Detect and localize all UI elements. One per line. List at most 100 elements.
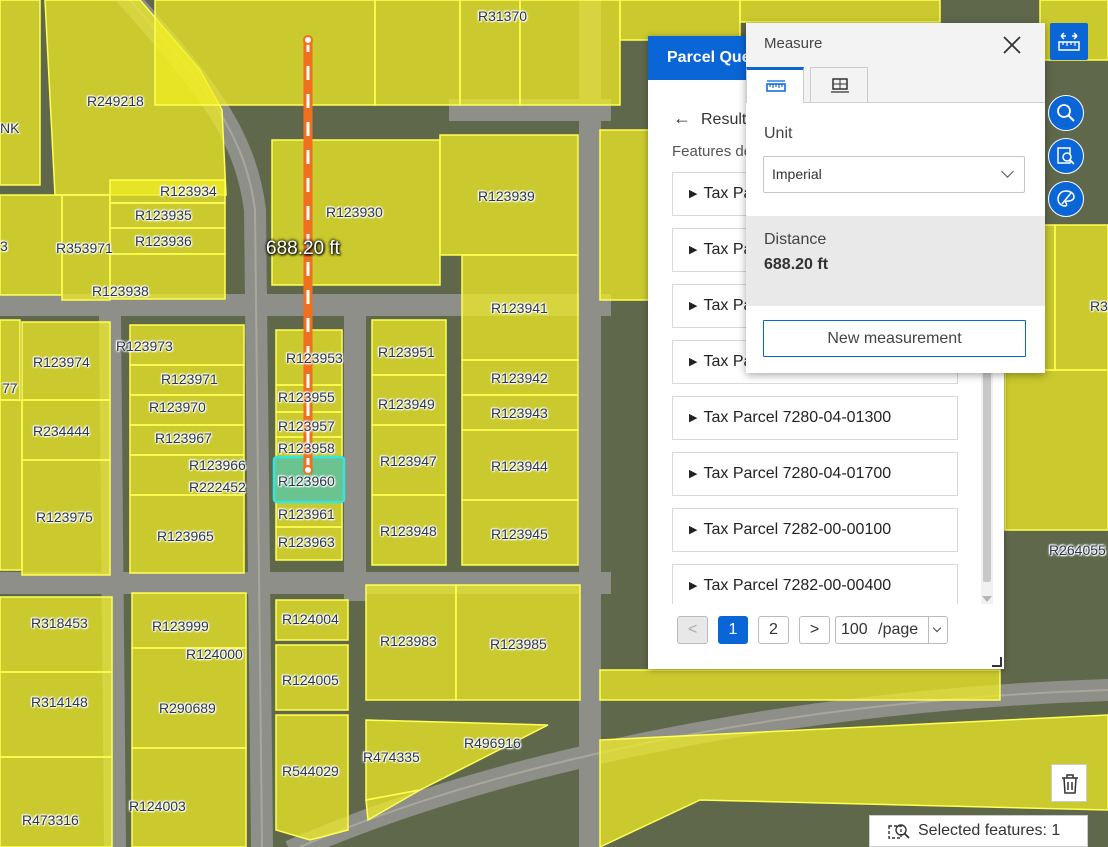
parcel-label: R264055 bbox=[1049, 542, 1106, 558]
expand-triangle-icon[interactable]: ▶ bbox=[689, 244, 697, 256]
parcel-label: R123947 bbox=[380, 453, 437, 469]
parcel-label: R123957 bbox=[278, 418, 335, 434]
parcel-label: R123948 bbox=[380, 523, 437, 539]
parcel-label: R31370 bbox=[478, 8, 528, 24]
parcel-label: R123966 bbox=[189, 457, 246, 473]
parcel-label: R123955 bbox=[278, 389, 335, 405]
parcel-label: R474335 bbox=[363, 749, 420, 765]
selected-features-button[interactable]: Selected features: 1 bbox=[869, 815, 1088, 847]
scroll-down-icon[interactable] bbox=[982, 596, 992, 602]
parcel-label: R123963 bbox=[278, 534, 335, 550]
parcel-label: R3 bbox=[1090, 298, 1108, 314]
measure-icon bbox=[1058, 32, 1080, 51]
result-item-label: Tax Parcel 7280-04-01700 bbox=[703, 465, 892, 482]
distance-tab[interactable] bbox=[746, 67, 804, 103]
parcel-label: R123961 bbox=[278, 506, 335, 522]
area-tab[interactable] bbox=[810, 67, 868, 102]
parcel-label: R222452 bbox=[189, 479, 246, 495]
distance-label: Distance bbox=[764, 231, 827, 248]
parcel-label: NK bbox=[0, 120, 20, 136]
search-icon bbox=[1057, 104, 1075, 122]
close-icon[interactable] bbox=[1002, 35, 1022, 55]
parcel-label: R124003 bbox=[129, 798, 186, 814]
document-search-icon bbox=[1057, 147, 1075, 165]
palette-icon bbox=[1057, 190, 1075, 207]
parcel-label: R123939 bbox=[478, 188, 535, 204]
parcel-label: R544029 bbox=[282, 763, 339, 779]
parcel-label: R123930 bbox=[326, 204, 383, 220]
parcel-label: 3 bbox=[0, 238, 8, 254]
parcel-label: R123974 bbox=[33, 354, 90, 370]
parcel-label: R123965 bbox=[157, 528, 214, 544]
result-item[interactable]: ▶ Tax Parcel 7280-04-01700 bbox=[672, 452, 958, 496]
measure-distance-label: 688.20 ft bbox=[266, 238, 340, 259]
parcel-label: R123958 bbox=[278, 440, 335, 456]
result-item[interactable]: ▶ Tax Parcel 7280-04-01300 bbox=[672, 396, 958, 440]
expand-triangle-icon[interactable]: ▶ bbox=[689, 412, 697, 424]
parcel-label: R123953 bbox=[286, 350, 343, 366]
unit-label: Unit bbox=[764, 125, 793, 142]
parcel-label: R314148 bbox=[31, 694, 88, 710]
chevron-down-icon bbox=[1001, 165, 1014, 178]
parcel-search-tool-button[interactable] bbox=[1048, 138, 1084, 174]
parcel-label: R123949 bbox=[378, 396, 435, 412]
distance-result: Distance 688.20 ft bbox=[746, 216, 1045, 306]
parcel-label: R123971 bbox=[161, 371, 218, 387]
new-measurement-button[interactable]: New measurement bbox=[763, 320, 1026, 357]
measure-title: Measure bbox=[764, 35, 823, 52]
resize-handle[interactable] bbox=[992, 657, 1002, 667]
parcel-label: R123967 bbox=[155, 430, 212, 446]
parcel-label: R123985 bbox=[490, 636, 547, 652]
clear-selection-button[interactable] bbox=[1051, 764, 1087, 802]
parcel-label: R473316 bbox=[22, 812, 79, 828]
parcel-label: R123935 bbox=[135, 207, 192, 223]
parcel-label: R123970 bbox=[149, 399, 206, 415]
next-page-button[interactable]: > bbox=[799, 616, 830, 644]
parcel-label: R123941 bbox=[491, 300, 548, 316]
style-tool-button[interactable] bbox=[1048, 181, 1084, 217]
prev-page-button[interactable]: < bbox=[677, 616, 708, 644]
parcel-label: R123975 bbox=[36, 509, 93, 525]
expand-triangle-icon[interactable]: ▶ bbox=[689, 188, 697, 200]
expand-triangle-icon[interactable]: ▶ bbox=[689, 356, 697, 368]
parcel-label: R123945 bbox=[491, 526, 548, 542]
query-tool-button[interactable] bbox=[1048, 95, 1084, 131]
parcel-label: R123944 bbox=[491, 458, 548, 474]
distance-value: 688.20 ft bbox=[764, 256, 829, 273]
expand-triangle-icon[interactable]: ▶ bbox=[689, 300, 697, 312]
results-back-button[interactable]: ← Results bbox=[673, 108, 754, 129]
parcel-label: R123973 bbox=[116, 338, 173, 354]
select-features-icon bbox=[888, 824, 910, 839]
parcel-label: R123983 bbox=[380, 633, 437, 649]
page-1-button[interactable]: 1 bbox=[718, 616, 748, 644]
result-item-label: Tax Parcel 7280-04-01300 bbox=[703, 409, 892, 426]
result-item[interactable]: ▶ Tax Parcel 7282-00-00100 bbox=[672, 508, 958, 552]
parcel-label: R318453 bbox=[31, 615, 88, 631]
selected-features-label: Selected features: 1 bbox=[918, 822, 1061, 839]
parcel-label: R290689 bbox=[159, 700, 216, 716]
parcel-label: R123942 bbox=[491, 370, 548, 386]
arrow-left-icon: ← bbox=[673, 108, 691, 128]
page-2-button[interactable]: 2 bbox=[758, 616, 789, 644]
measure-tool-button[interactable] bbox=[1050, 23, 1088, 60]
expand-triangle-icon[interactable]: ▶ bbox=[689, 468, 697, 480]
result-item[interactable]: ▶ Tax Parcel 7282-00-00400 bbox=[672, 564, 958, 604]
expand-triangle-icon[interactable]: ▶ bbox=[689, 580, 697, 592]
page-size-select[interactable]: 100 /page bbox=[835, 616, 948, 644]
parcel-label: R123934 bbox=[160, 183, 217, 199]
measure-panel: Measure Unit Imperial Distance 688.20 ft… bbox=[746, 23, 1045, 373]
parcel-label: R234444 bbox=[33, 423, 90, 439]
measure-tabs bbox=[746, 67, 1045, 103]
parcel-label: R124004 bbox=[282, 611, 339, 627]
parcel-label: R496916 bbox=[464, 735, 521, 751]
parcel-label: R123943 bbox=[491, 405, 548, 421]
chevron-down-icon[interactable] bbox=[928, 617, 947, 643]
parcel-label: R353971 bbox=[56, 240, 113, 256]
expand-triangle-icon[interactable]: ▶ bbox=[689, 524, 697, 536]
parcel-label: R123960 bbox=[278, 473, 335, 489]
parcel-label: R124005 bbox=[282, 672, 339, 688]
parcel-label: R249218 bbox=[87, 93, 144, 109]
page-size-value: 100 bbox=[841, 621, 868, 638]
unit-select[interactable]: Imperial bbox=[763, 156, 1025, 193]
parcel-label: R123951 bbox=[378, 344, 435, 360]
